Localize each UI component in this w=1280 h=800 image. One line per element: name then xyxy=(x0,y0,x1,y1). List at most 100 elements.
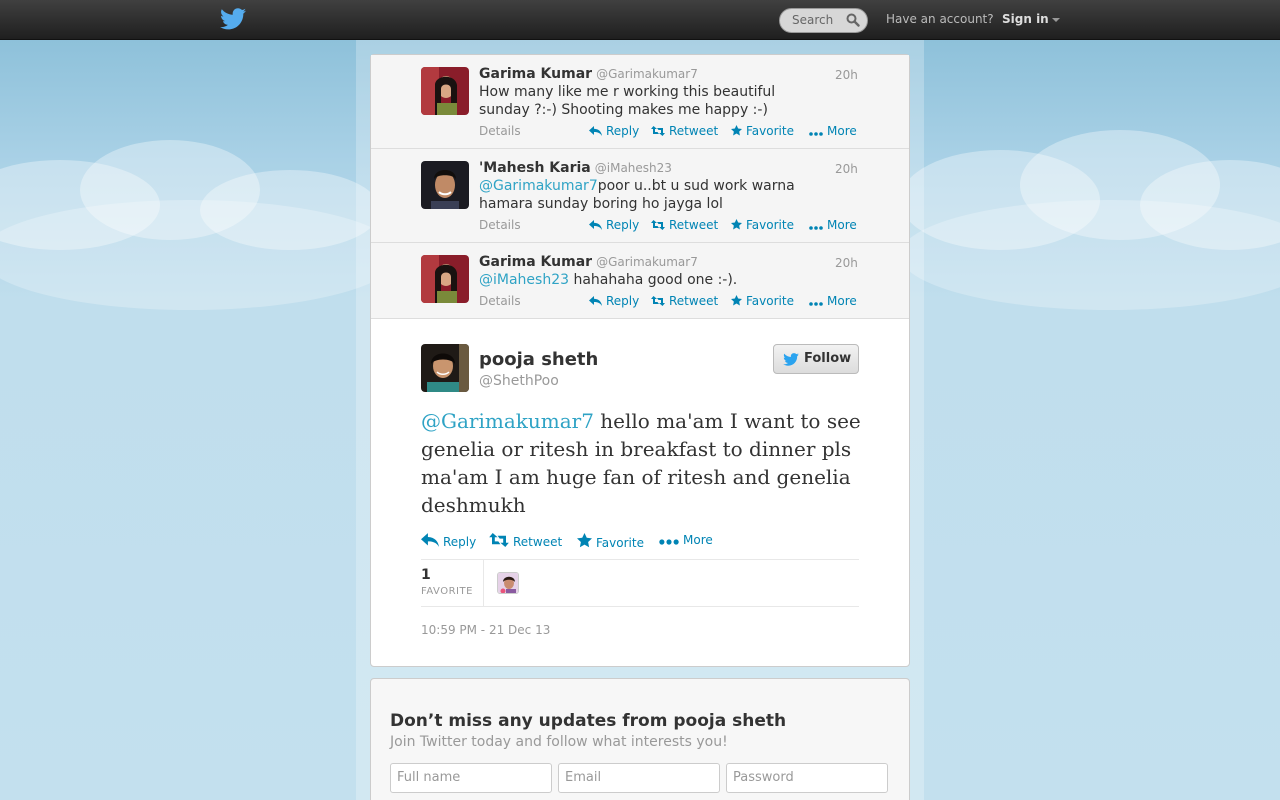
tweet-card: Garima Kumar @Garimakumar7 20h How many l… xyxy=(370,54,910,667)
favorites-label: FAVORITE xyxy=(421,586,473,597)
author-handle: @iMahesh23 xyxy=(594,161,672,175)
main-tweet-author-handle[interactable]: @ShethPoo xyxy=(479,373,559,389)
divider xyxy=(483,560,484,606)
reply-button[interactable]: Reply xyxy=(421,533,476,549)
follow-button[interactable]: Follow xyxy=(773,344,859,374)
reply-icon xyxy=(589,296,602,306)
conversation-tweet[interactable]: 'Mahesh Karia @iMahesh23 20h @Garimakumar… xyxy=(371,149,909,243)
have-account-text: Have an account? xyxy=(886,12,994,26)
more-icon xyxy=(659,539,679,545)
main-tweet-avatar[interactable] xyxy=(421,344,469,392)
reply-icon xyxy=(589,220,602,230)
sign-in-label: Sign in xyxy=(1002,12,1049,26)
reply-label: Reply xyxy=(606,294,640,308)
more-label: More xyxy=(683,533,713,547)
tweet-author[interactable]: Garima Kumar @Garimakumar7 xyxy=(479,66,698,82)
favorite-button[interactable]: Favorite xyxy=(731,294,794,308)
author-name: Garima Kumar xyxy=(479,66,593,82)
avatar[interactable] xyxy=(421,161,469,209)
sign-in-button[interactable]: Sign in xyxy=(1002,12,1060,26)
reply-button[interactable]: Reply xyxy=(589,124,639,138)
retweet-icon xyxy=(651,296,665,306)
tweet-author[interactable]: Garima Kumar @Garimakumar7 xyxy=(479,254,698,270)
avatar[interactable] xyxy=(421,67,469,115)
author-handle: @Garimakumar7 xyxy=(596,255,698,269)
search-icon[interactable] xyxy=(846,13,860,27)
favorite-button[interactable]: Favorite xyxy=(577,533,644,550)
signup-subtitle: Join Twitter today and follow what inter… xyxy=(390,734,728,750)
details-link[interactable]: Details xyxy=(479,218,521,232)
favorites-count[interactable]: 1 xyxy=(421,567,431,583)
reply-button[interactable]: Reply xyxy=(589,218,639,232)
author-handle: @Garimakumar7 xyxy=(596,67,698,81)
reply-label: Reply xyxy=(606,124,640,138)
more-label: More xyxy=(827,218,857,232)
tweet-timestamp[interactable]: 10:59 PM - 21 Dec 13 xyxy=(421,623,550,637)
more-icon xyxy=(809,302,823,306)
author-name: 'Mahesh Karia xyxy=(479,160,591,176)
reply-label: Reply xyxy=(606,218,640,232)
tweet-time[interactable]: 20h xyxy=(835,162,858,176)
mention-link[interactable]: @iMahesh23 xyxy=(479,272,569,288)
retweet-icon xyxy=(651,220,665,230)
retweet-label: Retweet xyxy=(669,294,719,308)
tweet-text: @Garimakumar7poor u..bt u sud work warna… xyxy=(479,177,829,213)
email-field[interactable]: Email xyxy=(558,763,720,793)
signup-card: Don’t miss any updates from pooja sheth … xyxy=(370,678,910,800)
retweet-button[interactable]: Retweet xyxy=(651,294,718,308)
reply-button[interactable]: Reply xyxy=(589,294,639,308)
password-field[interactable]: Password xyxy=(726,763,888,793)
signup-title: Don’t miss any updates from pooja sheth xyxy=(390,711,787,731)
tweet-time[interactable]: 20h xyxy=(835,68,858,82)
full-name-field[interactable]: Full name xyxy=(390,763,552,793)
more-icon xyxy=(809,226,823,230)
more-button[interactable]: More xyxy=(809,218,857,232)
more-button[interactable]: More xyxy=(659,533,713,547)
retweet-label: Retweet xyxy=(669,218,719,232)
favorite-label: Favorite xyxy=(746,294,794,308)
mention-link[interactable]: @Garimakumar7 xyxy=(479,178,598,194)
details-link[interactable]: Details xyxy=(479,294,521,308)
retweet-button[interactable]: Retweet xyxy=(651,124,718,138)
retweet-label: Retweet xyxy=(669,124,719,138)
reply-label: Reply xyxy=(443,535,477,549)
conversation-tweet[interactable]: Garima Kumar @Garimakumar7 20h How many l… xyxy=(371,55,909,149)
tweet-time[interactable]: 20h xyxy=(835,256,858,270)
more-button[interactable]: More xyxy=(809,124,857,138)
retweet-button[interactable]: Retweet xyxy=(489,533,562,549)
star-icon xyxy=(731,125,742,136)
divider xyxy=(421,559,859,560)
favorite-button[interactable]: Favorite xyxy=(731,124,794,138)
reply-icon xyxy=(589,126,602,136)
star-icon xyxy=(731,295,742,306)
star-icon xyxy=(577,533,592,548)
reply-icon xyxy=(421,533,439,547)
more-label: More xyxy=(827,294,857,308)
favorite-label: Favorite xyxy=(746,124,794,138)
tweet-body: hahahaha good one :-). xyxy=(569,272,738,288)
favorite-button[interactable]: Favorite xyxy=(731,218,794,232)
conversation-tweet[interactable]: Garima Kumar @Garimakumar7 20h @iMahesh23… xyxy=(371,243,909,319)
favoriter-avatar[interactable] xyxy=(497,572,519,594)
mention-link[interactable]: @Garimakumar7 xyxy=(421,409,594,433)
retweet-label: Retweet xyxy=(513,535,563,549)
retweet-button[interactable]: Retweet xyxy=(651,218,718,232)
more-button[interactable]: More xyxy=(809,294,857,308)
main-tweet-author-name[interactable]: pooja sheth xyxy=(479,349,598,370)
favorite-label: Favorite xyxy=(746,218,794,232)
top-bar: Search Have an account? Sign in xyxy=(0,0,1280,40)
follow-label: Follow xyxy=(804,351,852,366)
twitter-bird-icon xyxy=(783,353,799,366)
more-icon xyxy=(809,132,823,136)
details-link[interactable]: Details xyxy=(479,124,521,138)
tweet-text: @iMahesh23 hahahaha good one :-). xyxy=(479,271,829,289)
retweet-icon xyxy=(651,126,665,136)
favorite-label: Favorite xyxy=(596,536,644,550)
avatar[interactable] xyxy=(421,255,469,303)
main-tweet-text: @Garimakumar7 hello ma'am I want to see … xyxy=(421,407,861,519)
author-name: Garima Kumar xyxy=(479,254,593,270)
tweet-author[interactable]: 'Mahesh Karia @iMahesh23 xyxy=(479,160,672,176)
star-icon xyxy=(731,219,742,230)
more-label: More xyxy=(827,124,857,138)
twitter-bird-icon[interactable] xyxy=(220,8,246,30)
